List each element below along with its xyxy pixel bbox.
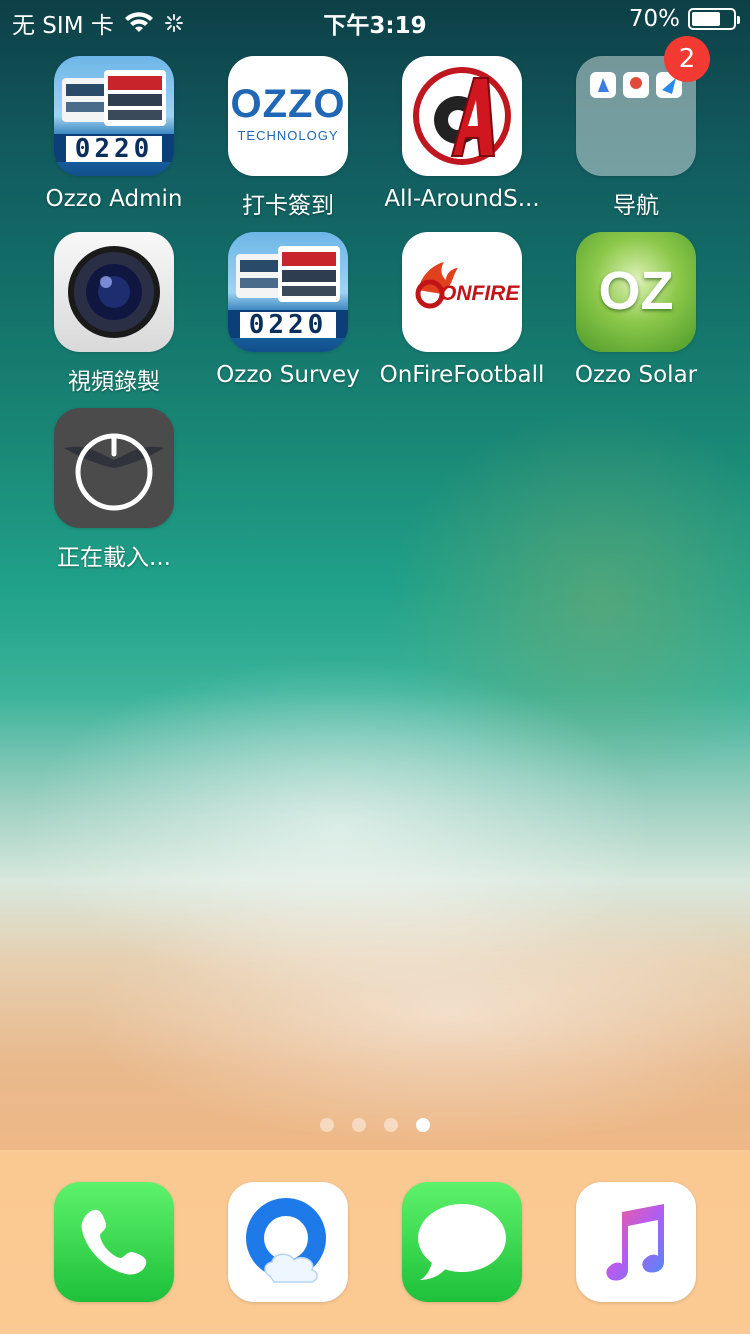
- technology-text: TECHNOLOGY: [237, 128, 339, 143]
- page-dot[interactable]: [384, 1118, 398, 1132]
- app-label: OnFireFootball: [379, 362, 545, 388]
- dock-phone[interactable]: [27, 1182, 201, 1302]
- app-loading[interactable]: 正在載入...: [27, 408, 201, 572]
- bus-0220-icon: 0220: [228, 232, 348, 352]
- app-label: 正在載入...: [57, 545, 171, 571]
- status-left: 无 SIM 卡: [12, 6, 184, 40]
- folder-wrapper: 2: [576, 36, 710, 176]
- app-label: 导航: [613, 193, 659, 219]
- onfire-text: ONFIRE: [440, 282, 520, 305]
- app-all-around-soccer[interactable]: All-AroundS...: [375, 56, 549, 212]
- oz-solar-icon: OZ: [576, 232, 696, 352]
- app-label: 打卡簽到: [242, 193, 334, 219]
- app-label: 視頻錄製: [68, 369, 160, 395]
- camera-lens-icon: [54, 232, 174, 352]
- loading-app-icon: [54, 408, 174, 528]
- onfire-icon: ONFIRE: [402, 232, 522, 352]
- dock-music[interactable]: [549, 1182, 723, 1302]
- app-label: Ozzo Solar: [574, 362, 698, 388]
- status-bar: 无 SIM 卡 下午3:19 70%: [0, 0, 750, 40]
- all-around-soccer-icon: [402, 56, 522, 176]
- oz-text: OZ: [598, 261, 674, 321]
- app-label: All-AroundS...: [384, 186, 540, 212]
- app-onfire-football[interactable]: ONFIRE OnFireFootball: [375, 232, 549, 388]
- dock-qq-browser[interactable]: [201, 1182, 375, 1302]
- bus-number: 0220: [66, 136, 162, 162]
- app-label: Ozzo Admin: [45, 186, 183, 212]
- page-dot[interactable]: [320, 1118, 334, 1132]
- qq-browser-icon: [228, 1182, 348, 1302]
- bus-0220-icon: 0220: [54, 56, 174, 176]
- app-video-record[interactable]: 視頻錄製: [27, 232, 201, 396]
- page-dot[interactable]: [352, 1118, 366, 1132]
- wifi-icon: [124, 12, 153, 32]
- app-ozzo-solar[interactable]: OZ Ozzo Solar: [549, 232, 723, 388]
- app-daka[interactable]: OZZO TECHNOLOGY 打卡簽到: [201, 56, 375, 220]
- dock: [0, 1150, 750, 1334]
- ozzo-technology-icon: OZZO TECHNOLOGY: [228, 56, 348, 176]
- app-label: Ozzo Survey: [216, 362, 360, 388]
- messages-icon: [402, 1182, 522, 1302]
- page-indicator[interactable]: [0, 1118, 750, 1132]
- carrier-text: 无 SIM 卡: [12, 13, 114, 39]
- battery-icon: [688, 8, 740, 30]
- bus-number: 0220: [240, 312, 336, 338]
- dock-messages[interactable]: [375, 1182, 549, 1302]
- page-dot-active[interactable]: [416, 1118, 430, 1132]
- music-icon: [576, 1182, 696, 1302]
- activity-spinner-icon: [164, 14, 183, 32]
- battery-fill: [692, 12, 720, 26]
- battery-percent: 70%: [628, 6, 680, 32]
- ozzo-logo-text: OZZO: [230, 82, 346, 126]
- app-ozzo-survey[interactable]: 0220 Ozzo Survey: [201, 232, 375, 388]
- notification-badge: 2: [664, 36, 710, 82]
- folder-navigation[interactable]: 2 导航: [549, 36, 723, 220]
- phone-icon: [54, 1182, 174, 1302]
- app-ozzo-admin[interactable]: 0220 Ozzo Admin: [27, 56, 201, 212]
- status-right: 70%: [628, 6, 740, 32]
